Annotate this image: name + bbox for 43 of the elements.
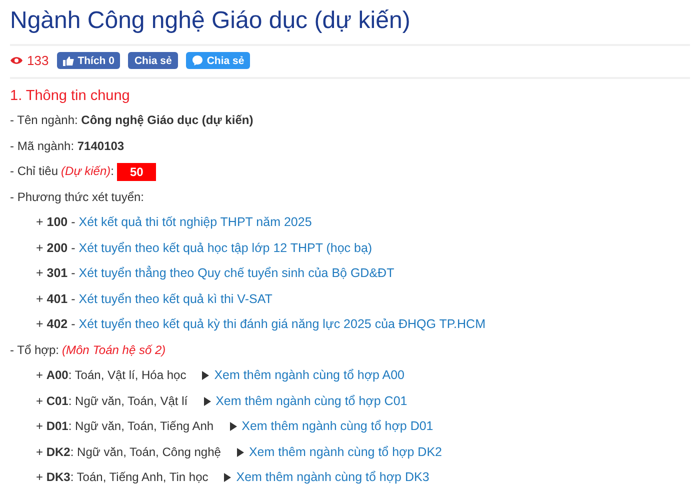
method-code: + 401 - bbox=[36, 290, 76, 308]
method-link[interactable]: Xét tuyển theo kết quả kỳ thi đánh giá năng lực 2025 của ĐHQG TP.HCM bbox=[78, 312, 486, 338]
triangle-icon bbox=[202, 371, 210, 380]
combo-subjects: + A00: Toán, Vật lí, Hóa học bbox=[36, 367, 186, 384]
major-name-line: - Tên ngành: Công nghệ Giáo dục (dự kiến) bbox=[10, 112, 254, 129]
combo-link[interactable]: Xem thêm ngành cùng tổ hợp DK2 bbox=[248, 440, 442, 465]
chat-bubble-icon bbox=[192, 55, 203, 66]
quota-label: - Chỉ tiêu bbox=[10, 163, 58, 180]
combo-subjects: + DK3: Toán, Tiếng Anh, Tin học bbox=[36, 469, 208, 486]
method-code: + 100 - bbox=[36, 214, 76, 231]
combo-subjects: + C01: Ngữ văn, Toán, Vật lí bbox=[36, 392, 188, 410]
like-button[interactable]: Thích 0 bbox=[56, 52, 120, 69]
method-link[interactable]: Xét tuyển theo kết quả kì thi V-SAT bbox=[78, 286, 272, 312]
combos-note: (Môn Toán hệ số 2) bbox=[62, 342, 166, 358]
method-link[interactable]: Xét tuyển theo kết quả học tập lớp 12 THPT (học bạ) bbox=[78, 236, 372, 261]
combo-subjects: + D01: Ngữ văn, Toán, Tiếng Anh bbox=[36, 418, 214, 435]
method-link[interactable]: Xét tuyển thẳng theo Quy chế tuyển sinh của Bộ GD&ĐT bbox=[78, 261, 394, 286]
major-code-line: - Mã ngành: 7140103 bbox=[10, 138, 124, 154]
triangle-icon bbox=[236, 448, 244, 457]
triangle-icon bbox=[230, 422, 237, 432]
combo-link[interactable]: Xem thêm ngành cùng tổ hợp DK3 bbox=[236, 465, 430, 490]
method-code: + 402 - bbox=[36, 316, 76, 333]
combo-link[interactable]: Xem thêm ngành cùng tổ hợp A00 bbox=[214, 363, 404, 388]
quota-note: (Dự kiến) bbox=[61, 163, 111, 180]
share-button[interactable]: Chia sẻ bbox=[186, 52, 250, 69]
combo-subjects: + DK2: Ngữ văn, Toán, Công nghệ bbox=[36, 444, 221, 460]
eye-icon bbox=[10, 56, 23, 65]
combos-label: - Tổ hợp: bbox=[10, 342, 60, 358]
section-heading: 1. Thông tin chung bbox=[10, 88, 131, 104]
thumbs-up-icon bbox=[62, 56, 74, 66]
combo-link[interactable]: Xem thêm ngành cùng tổ hợp C01 bbox=[216, 388, 408, 414]
method-code: + 200 - bbox=[36, 240, 76, 256]
quota-colon: : bbox=[110, 163, 114, 180]
method-link[interactable]: Xét kết quả thi tốt nghiệp THPT năm 2025 bbox=[78, 210, 312, 236]
methods-label: - Phương thức xét tuyển: bbox=[10, 188, 144, 206]
page-title: Ngành Công nghệ Giáo dục (dự kiến) bbox=[10, 4, 690, 46]
quota-value: 50 bbox=[117, 162, 156, 181]
triangle-icon bbox=[204, 396, 211, 406]
share-button[interactable]: Chia sẻ bbox=[128, 52, 178, 69]
triangle-icon bbox=[224, 473, 232, 482]
method-code: + 301 - bbox=[36, 265, 76, 282]
combo-link[interactable]: Xem thêm ngành cùng tổ hợp D01 bbox=[242, 414, 434, 440]
view-count: 133 bbox=[27, 53, 49, 68]
